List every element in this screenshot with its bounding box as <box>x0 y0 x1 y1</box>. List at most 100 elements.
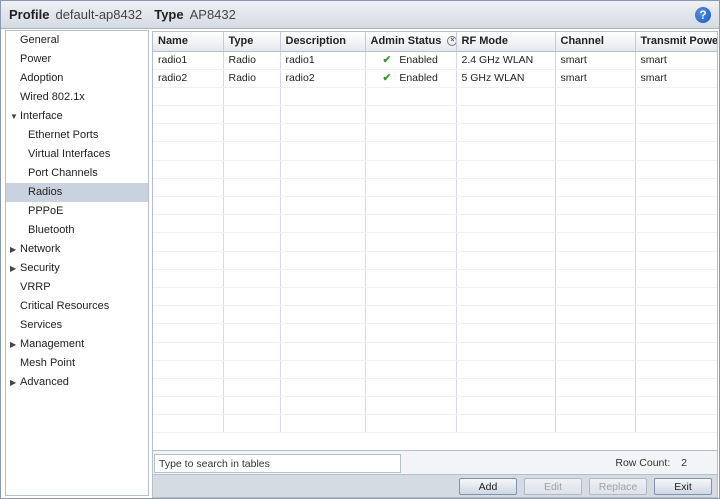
table-cell: radio1 <box>153 51 224 70</box>
sidebar-item-vrrp[interactable]: VRRP <box>6 278 148 297</box>
empty-table-row <box>153 178 717 198</box>
cell-text: Enabled <box>399 72 438 85</box>
table-cell <box>223 123 281 143</box>
table-cell <box>456 396 556 416</box>
table-cell <box>153 414 224 434</box>
sidebar-item-mesh-point[interactable]: Mesh Point <box>6 354 148 373</box>
table-search-input[interactable] <box>154 454 401 473</box>
table-cell <box>456 105 556 125</box>
sidebar-item-interface[interactable]: ▼ Interface <box>6 107 148 126</box>
sidebar-item-label: Port Channels <box>28 167 98 179</box>
filter-clear-icon[interactable]: × <box>447 36 455 47</box>
sidebar-item-security[interactable]: ▶ Security <box>6 259 148 278</box>
sidebar-item-power[interactable]: Power <box>6 50 148 69</box>
table-cell <box>635 232 717 252</box>
table-cell <box>153 360 224 379</box>
table-cell <box>223 342 281 361</box>
help-icon[interactable]: ? <box>695 7 711 23</box>
table-cell <box>635 87 717 107</box>
triangle-right-icon[interactable]: ▶ <box>10 335 16 354</box>
table-cell <box>280 178 366 198</box>
table-cell <box>456 141 556 161</box>
table-cell <box>555 360 636 379</box>
sidebar-item-label: Virtual Interfaces <box>28 148 111 160</box>
triangle-down-icon[interactable]: ▼ <box>10 107 18 126</box>
table-cell <box>280 232 366 252</box>
table-cell <box>635 178 717 198</box>
sidebar-item-virtual-interfaces[interactable]: Virtual Interfaces <box>6 145 148 164</box>
sidebar-item-bluetooth[interactable]: Bluetooth <box>6 221 148 240</box>
column-header-label: Transmit Power <box>640 35 718 48</box>
column-header-label: Channel <box>560 35 604 48</box>
replace-button[interactable]: Replace <box>589 478 647 495</box>
sidebar-item-wired-802-1x[interactable]: Wired 802.1x <box>6 88 148 107</box>
table-cell <box>280 305 366 325</box>
table-cell <box>555 342 636 361</box>
column-header-label: RF Mode <box>461 35 508 48</box>
table-cell <box>555 396 636 416</box>
empty-table-row <box>153 232 717 252</box>
table-cell <box>365 141 457 161</box>
sidebar-item-label: VRRP <box>20 281 51 293</box>
table-cell: smart <box>635 51 717 70</box>
table-cell <box>223 232 281 252</box>
table-cell <box>456 269 556 288</box>
sidebar-item-label: General <box>20 34 60 46</box>
table-cell <box>365 123 457 143</box>
table-cell <box>153 396 224 416</box>
sidebar-item-critical-resources[interactable]: Critical Resources <box>6 297 148 316</box>
sidebar-item-pppoe[interactable]: PPPoE <box>6 202 148 221</box>
table-row[interactable]: radio2 Radio radio2 ✔ Enabled 5 GHz WLAN smart… <box>153 69 717 88</box>
table-cell <box>555 251 636 270</box>
column-header-name[interactable]: Name <box>153 32 224 52</box>
sidebar-item-services[interactable]: Services <box>6 316 148 335</box>
table-cell <box>365 323 457 343</box>
table-cell <box>555 123 636 143</box>
table-cell <box>456 178 556 198</box>
table-cell <box>153 141 224 161</box>
sidebar-item-adoption[interactable]: Adoption <box>6 69 148 88</box>
sidebar-item-advanced[interactable]: ▶ Advanced <box>6 373 148 392</box>
cell-text: smart <box>560 72 587 85</box>
table-cell <box>223 287 281 307</box>
table-cell <box>635 323 717 343</box>
table-cell <box>456 214 556 234</box>
sidebar-item-network[interactable]: ▶ Network <box>6 240 148 259</box>
table-cell: radio1 <box>280 51 366 70</box>
triangle-right-icon[interactable]: ▶ <box>10 259 16 278</box>
empty-table-row <box>153 141 717 161</box>
table-row[interactable]: radio1 Radio radio1 ✔ Enabled 2.4 GHz WLAN sma… <box>153 51 717 70</box>
sidebar-item-management[interactable]: ▶ Management <box>6 335 148 354</box>
table-cell <box>153 342 224 361</box>
table-cell <box>365 378 457 398</box>
table-cell <box>280 251 366 270</box>
table-cell <box>153 269 224 288</box>
table-cell <box>365 87 457 107</box>
table-cell <box>365 305 457 325</box>
column-header-rf-mode[interactable]: RF Mode <box>456 32 556 52</box>
sidebar-item-label: Mesh Point <box>20 357 76 369</box>
table-cell: radio2 <box>153 69 224 88</box>
table-cell <box>280 160 366 179</box>
edit-button[interactable]: Edit <box>524 478 582 495</box>
table-cell <box>555 196 636 216</box>
column-header-transmit-power[interactable]: Transmit Power <box>635 32 718 52</box>
column-header-description[interactable]: Description <box>280 32 366 52</box>
empty-table-row <box>153 196 717 216</box>
sidebar-item-label: Power <box>20 53 52 65</box>
type-value: AP8432 <box>189 7 236 22</box>
column-header-channel[interactable]: Channel <box>555 32 636 52</box>
profile-header: Profile default-ap8432 Type AP8432 ? <box>1 1 719 29</box>
table-cell <box>635 378 717 398</box>
triangle-right-icon[interactable]: ▶ <box>10 240 16 259</box>
table-cell <box>635 396 717 416</box>
add-button[interactable]: Add <box>459 478 517 495</box>
sidebar-item-general[interactable]: General <box>6 31 148 50</box>
sidebar-item-radios[interactable]: Radios <box>6 183 148 202</box>
triangle-right-icon[interactable]: ▶ <box>10 373 16 392</box>
column-header-admin-status[interactable]: Admin Status × <box>365 32 457 52</box>
sidebar-item-port-channels[interactable]: Port Channels <box>6 164 148 183</box>
column-header-type[interactable]: Type <box>223 32 281 52</box>
sidebar-item-ethernet-ports[interactable]: Ethernet Ports <box>6 126 148 145</box>
exit-button[interactable]: Exit <box>654 478 712 495</box>
